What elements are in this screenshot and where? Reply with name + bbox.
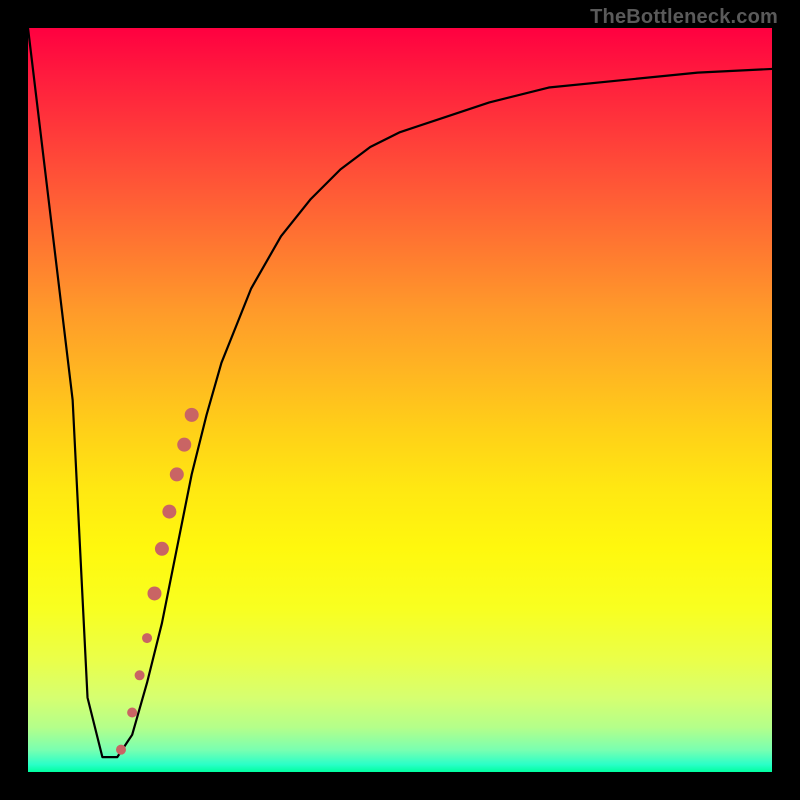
data-marker [147, 586, 161, 600]
bottleneck-curve [28, 28, 772, 757]
plot-area [28, 28, 772, 772]
data-marker [185, 408, 199, 422]
data-marker [170, 467, 184, 481]
data-marker [116, 745, 126, 755]
data-marker [127, 707, 137, 717]
data-marker [142, 633, 152, 643]
chart-frame: TheBottleneck.com [0, 0, 800, 800]
curve-layer [28, 28, 772, 772]
watermark-text: TheBottleneck.com [590, 6, 778, 29]
data-marker [155, 542, 169, 556]
data-marker [162, 505, 176, 519]
data-marker [177, 438, 191, 452]
data-marker [135, 670, 145, 680]
marker-group [116, 408, 199, 755]
